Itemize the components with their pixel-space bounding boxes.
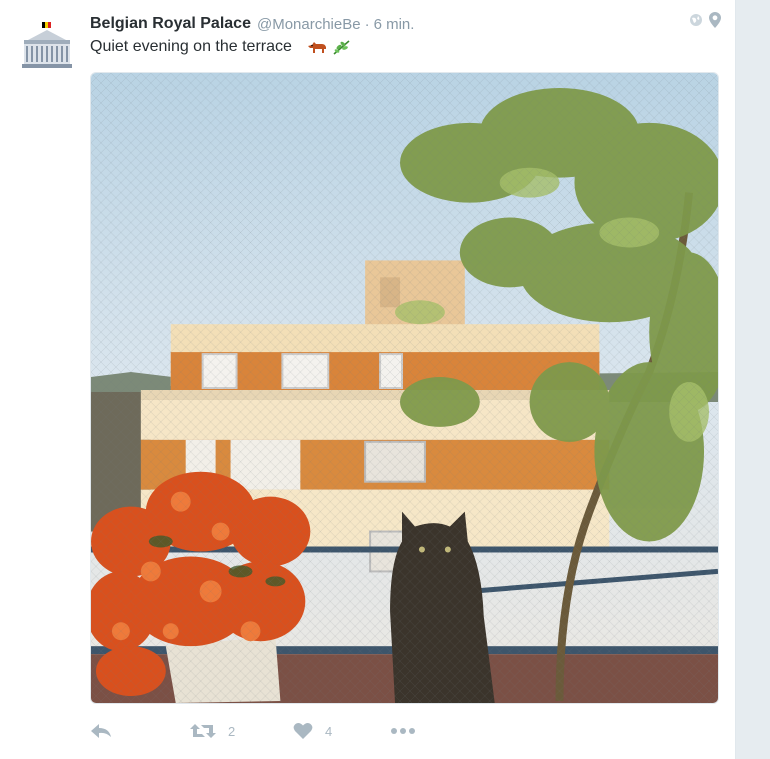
tweet-card[interactable]: Belgian Royal Palace @MonarchieBe · 6 mi… <box>0 0 736 759</box>
like-count: 4 <box>325 723 333 739</box>
display-name[interactable]: Belgian Royal Palace <box>90 15 251 33</box>
royal-palace-logo <box>18 18 76 74</box>
reply-icon <box>90 722 112 740</box>
retweet-button[interactable]: 2 <box>190 718 235 744</box>
tweet-header: Belgian Royal Palace @MonarchieBe · 6 mi… <box>90 13 715 35</box>
herb-emoji <box>333 40 350 55</box>
heart-icon <box>293 722 313 740</box>
more-button[interactable] <box>390 718 416 744</box>
tweet-actions: 2 4 <box>90 718 510 744</box>
tweet-photo[interactable] <box>90 72 719 704</box>
terrace-photo <box>91 73 718 703</box>
retweet-icon <box>190 722 216 740</box>
screen-name[interactable]: @MonarchieBe <box>257 16 361 33</box>
like-button[interactable]: 4 <box>293 718 332 744</box>
emoji-group <box>306 38 352 56</box>
more-icon <box>390 727 416 735</box>
timestamp[interactable]: 6 min. <box>374 16 415 33</box>
retweet-count: 2 <box>228 723 236 739</box>
globe-icon <box>689 13 703 32</box>
header-icons <box>689 12 721 33</box>
reply-button[interactable] <box>90 718 112 744</box>
dog-emoji <box>307 42 326 53</box>
tweet-text: Quiet evening on the terrace <box>90 38 352 56</box>
separator: · <box>364 15 370 33</box>
tweet-text-body: Quiet evening on the terrace <box>90 38 292 55</box>
avatar[interactable] <box>18 18 76 74</box>
location-pin-icon[interactable] <box>709 12 721 33</box>
